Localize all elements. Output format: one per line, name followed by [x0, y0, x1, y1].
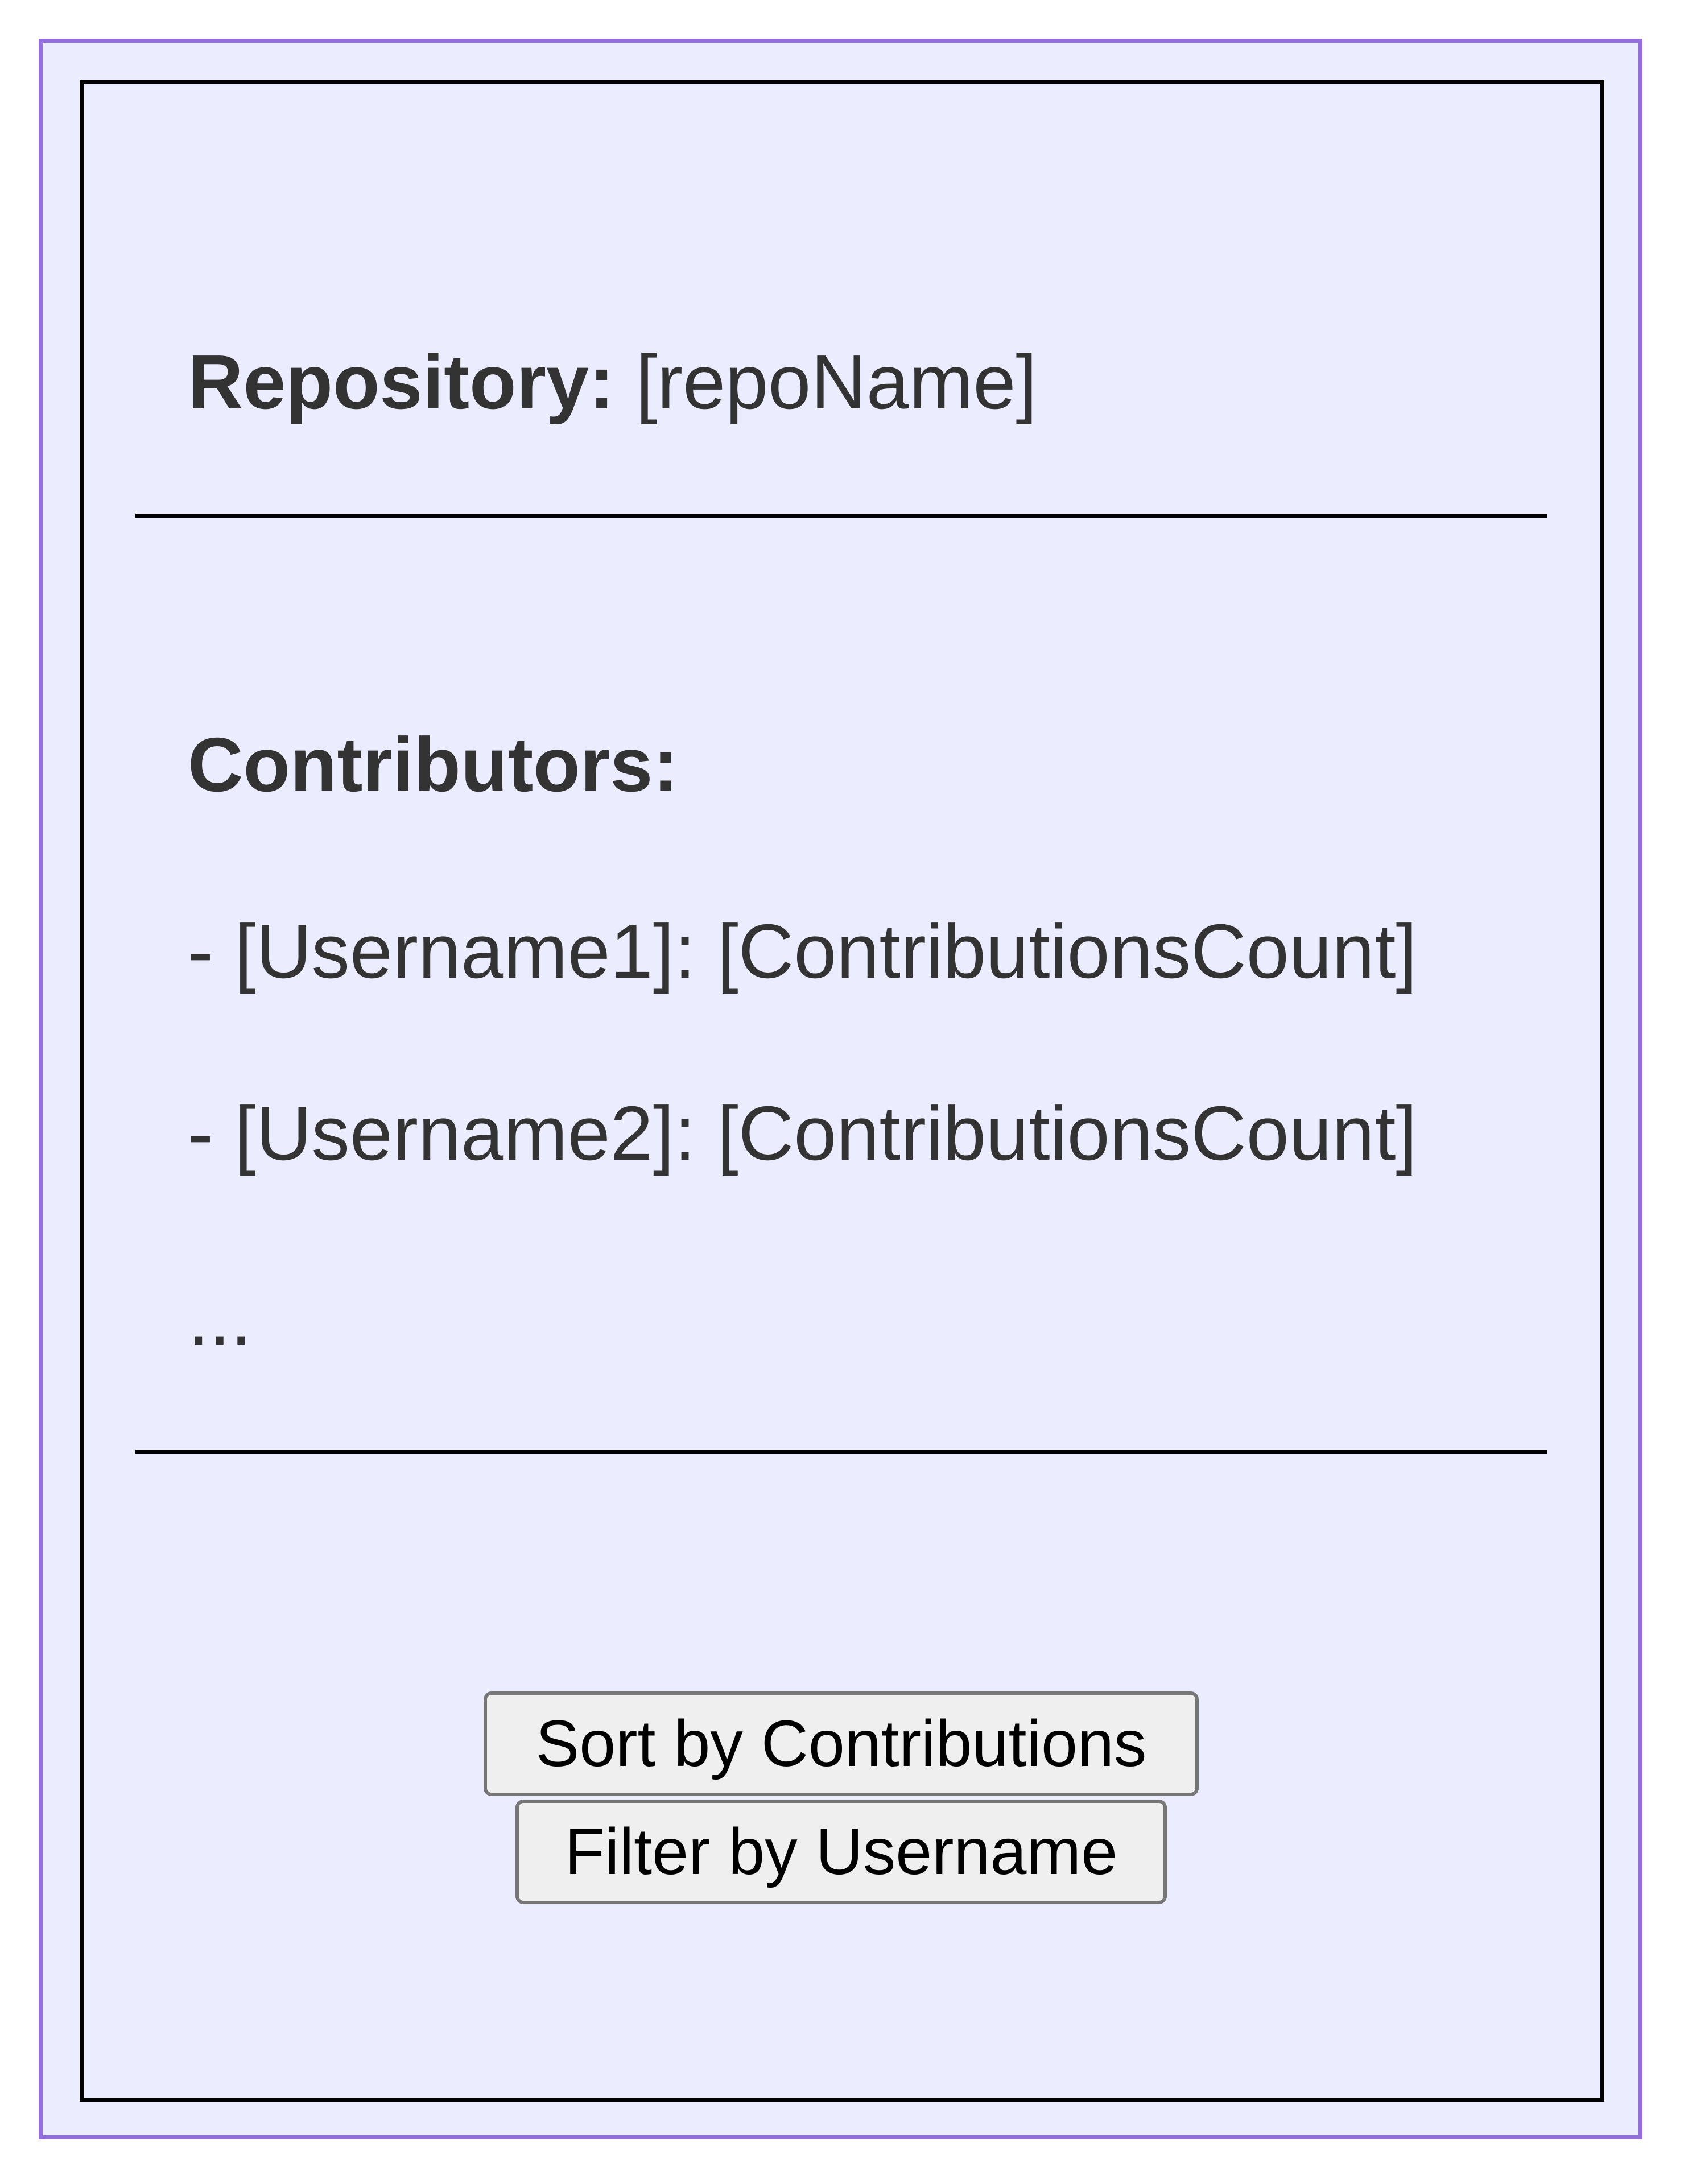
repository-label: Repository:: [188, 339, 615, 425]
contributor-item: - [Username2]: [ContributionsCount]: [188, 1090, 1417, 1176]
sort-by-contributions-button[interactable]: Sort by Contributions: [484, 1691, 1199, 1796]
filter-by-username-button[interactable]: Filter by Username: [515, 1800, 1167, 1904]
contributors-heading: Contributors:: [188, 722, 679, 808]
repository-line: Repository: [repoName]: [188, 344, 1037, 420]
repository-name: [repoName]: [635, 339, 1037, 425]
divider-bottom: [135, 1450, 1547, 1454]
contributor-item: - [Username1]: [ContributionsCount]: [188, 908, 1417, 994]
divider-top: [135, 514, 1547, 518]
contributors-more: ...: [188, 1275, 252, 1361]
